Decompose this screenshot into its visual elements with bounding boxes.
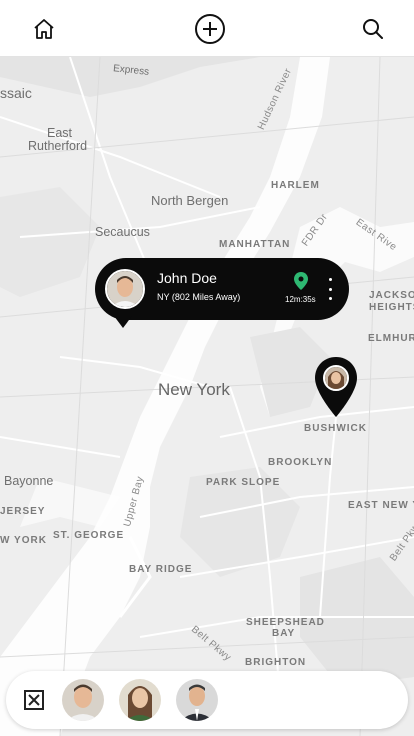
user-map-marker[interactable] <box>315 357 357 417</box>
map-label-jackson-2: HEIGHTS <box>369 302 414 313</box>
callout-elapsed-time: 12m:35s <box>285 295 316 304</box>
map-label-north-bergen: North Bergen <box>151 193 229 208</box>
avatar-man-1-image <box>107 271 143 307</box>
map-label-park-slope: PARK SLOPE <box>206 477 281 488</box>
map-label-east-new-york: EAST NEW Y <box>348 500 414 511</box>
marker-avatar <box>323 365 349 391</box>
tray-avatar-1[interactable] <box>62 679 104 721</box>
home-button[interactable] <box>26 11 62 47</box>
map-label-sheepshead-2: BAY <box>272 628 296 639</box>
map-label-brooklyn: BROOKLYN <box>268 457 333 468</box>
map-label-jersey: JERSEY <box>0 506 46 517</box>
map-label-new-york: New York <box>158 380 230 399</box>
callout-location: NY (802 Miles Away) <box>157 292 241 302</box>
map-label-passaic: ssaic <box>0 85 32 101</box>
map-label-secaucus: Secaucus <box>95 225 150 239</box>
map-label-sheepshead-1: SHEEPSHEAD <box>246 617 325 628</box>
location-pin-icon[interactable] <box>294 272 308 295</box>
map-label-jackson-1: JACKSO <box>369 290 414 301</box>
avatar[interactable] <box>105 269 145 309</box>
top-navigation-bar <box>0 0 414 57</box>
map-label-harlem: HARLEM <box>271 180 320 191</box>
map-label-elmhurst: ELMHURS <box>368 333 414 344</box>
map-label-st-george: ST. GEORGE <box>53 530 125 541</box>
map-label-brighton: BRIGHTON <box>245 657 307 668</box>
user-tray <box>6 671 408 729</box>
add-button[interactable] <box>192 11 228 47</box>
map-label-bayonne: Bayonne <box>4 474 54 488</box>
map-label-york: W YORK <box>0 535 47 546</box>
callout-name: John Doe <box>157 270 217 286</box>
close-box-icon[interactable] <box>24 690 44 710</box>
map-label-bay-ridge: BAY RIDGE <box>129 564 193 575</box>
map-label-east-rutherford-1: East <box>47 126 73 140</box>
map-label-bushwick: BUSHWICK <box>304 423 367 434</box>
search-button[interactable] <box>355 11 391 47</box>
callout-tail <box>114 316 132 328</box>
more-options-icon[interactable] <box>324 278 336 300</box>
search-icon <box>363 19 383 39</box>
map-label-manhattan: MANHATTAN <box>219 239 291 250</box>
plus-circle-icon <box>195 14 225 44</box>
home-icon <box>34 19 54 39</box>
tray-avatar-2[interactable] <box>119 679 161 721</box>
map-label-east-rutherford-2: Rutherford <box>28 139 88 153</box>
tray-avatar-3[interactable] <box>176 679 218 721</box>
user-callout[interactable]: John Doe NY (802 Miles Away) 12m:35s <box>95 258 349 328</box>
